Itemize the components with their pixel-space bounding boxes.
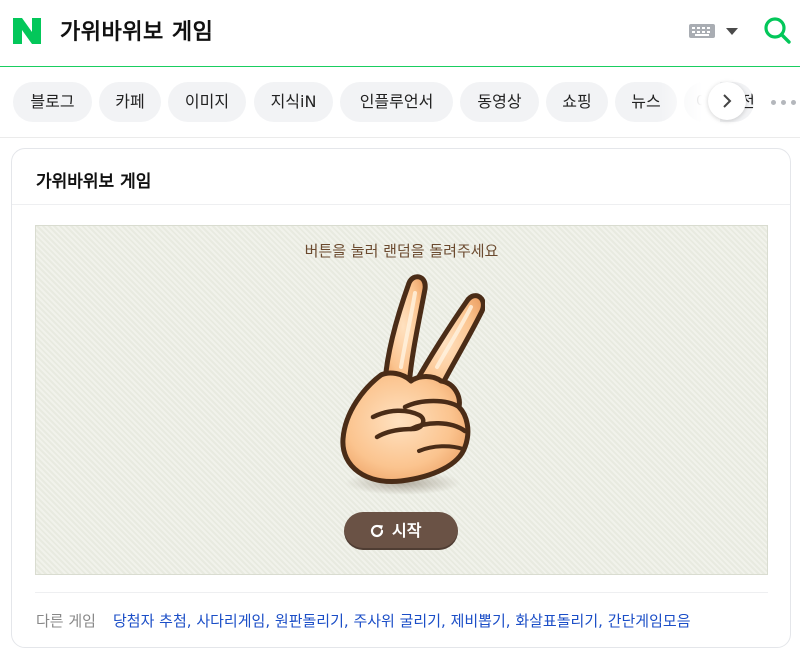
chevron-right-icon xyxy=(723,94,732,108)
tabs-next-button[interactable] xyxy=(708,82,746,120)
other-game-link[interactable]: 주사위 굴리기 xyxy=(353,612,441,630)
tab-cafe[interactable]: 카페 xyxy=(99,82,161,122)
chevron-down-icon[interactable] xyxy=(726,28,738,35)
search-tabs: 블로그 카페 이미지 지식iN 인플루언서 동영상 쇼핑 뉴스 어학사전 xyxy=(0,68,800,138)
keyboard-icon[interactable] xyxy=(689,24,715,38)
search-query[interactable]: 가위바위보 게임 xyxy=(60,14,213,46)
rps-game-card: 가위바위보 게임 버튼을 눌러 랜덤을 돌려주세요 시작 다른 게임 당첨자 추… xyxy=(11,148,791,648)
tab-kin[interactable]: 지식iN xyxy=(254,82,333,122)
tab-shopping[interactable]: 쇼핑 xyxy=(546,82,608,122)
other-game-link[interactable]: 제비뽑기 xyxy=(451,612,506,630)
other-games-links: 당첨자 추첨, 사다리게임, 원판돌리기, 주사위 굴리기, 제비뽑기, 화살표… xyxy=(113,612,691,630)
other-game-link[interactable]: 간단게임모음 xyxy=(608,612,691,630)
start-button[interactable]: 시작 xyxy=(344,512,458,550)
divider xyxy=(12,204,790,205)
other-game-link[interactable]: 화살표돌리기 xyxy=(515,612,598,630)
card-title: 가위바위보 게임 xyxy=(36,172,152,192)
tab-influencer[interactable]: 인플루언서 xyxy=(340,82,453,122)
game-instruction: 버튼을 눌러 랜덤을 돌려주세요 xyxy=(304,242,499,260)
search-header: 가위바위보 게임 xyxy=(0,0,800,67)
victory-hand-icon xyxy=(340,274,485,495)
naver-logo[interactable] xyxy=(11,16,43,46)
search-icon[interactable] xyxy=(762,15,792,45)
tab-image[interactable]: 이미지 xyxy=(168,82,246,122)
game-board: 버튼을 눌러 랜덤을 돌려주세요 시작 xyxy=(35,225,768,575)
other-game-link[interactable]: 사다리게임 xyxy=(196,612,265,630)
other-games-label: 다른 게임 xyxy=(36,612,96,630)
other-game-link[interactable]: 당첨자 추첨 xyxy=(113,612,187,630)
divider xyxy=(35,592,768,593)
other-game-link[interactable]: 원판돌리기 xyxy=(275,612,344,630)
tab-blog[interactable]: 블로그 xyxy=(13,82,92,122)
more-icon[interactable] xyxy=(771,100,797,106)
start-button-label: 시작 xyxy=(392,521,422,540)
tab-video[interactable]: 동영상 xyxy=(460,82,539,122)
refresh-icon xyxy=(370,524,384,538)
